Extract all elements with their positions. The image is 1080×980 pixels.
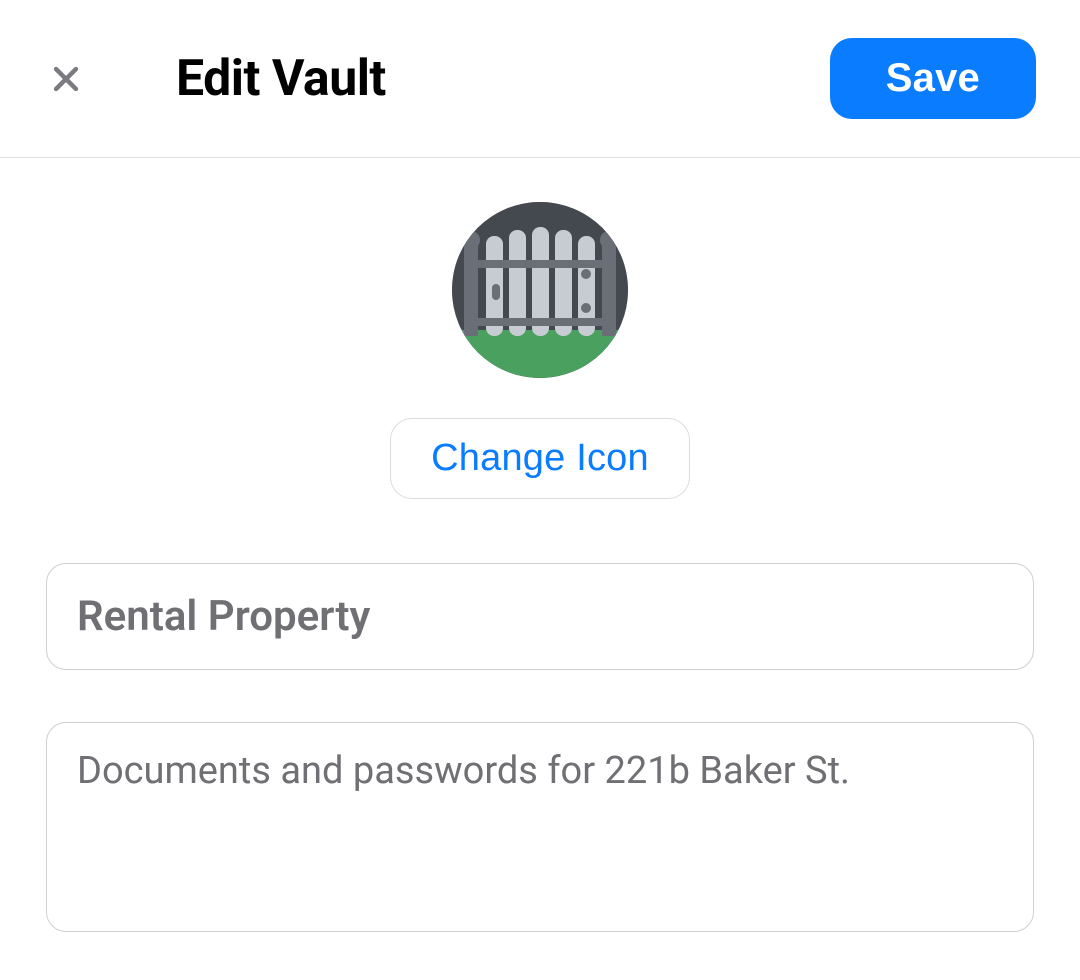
sheet-content: Change Icon: [0, 158, 1080, 980]
vault-icon-preview[interactable]: [452, 202, 628, 378]
save-button[interactable]: Save: [830, 38, 1036, 119]
form-fields: [46, 563, 1034, 936]
sheet-header: Edit Vault Save: [0, 0, 1080, 158]
page-title: Edit Vault: [176, 50, 386, 108]
close-icon: [49, 62, 83, 96]
close-button[interactable]: [44, 57, 88, 101]
edit-vault-sheet: Edit Vault Save: [0, 0, 1080, 980]
vault-name-input[interactable]: [46, 563, 1034, 670]
vault-description-input[interactable]: [46, 722, 1034, 932]
gate-icon: [452, 202, 628, 378]
change-icon-button[interactable]: Change Icon: [390, 418, 690, 499]
